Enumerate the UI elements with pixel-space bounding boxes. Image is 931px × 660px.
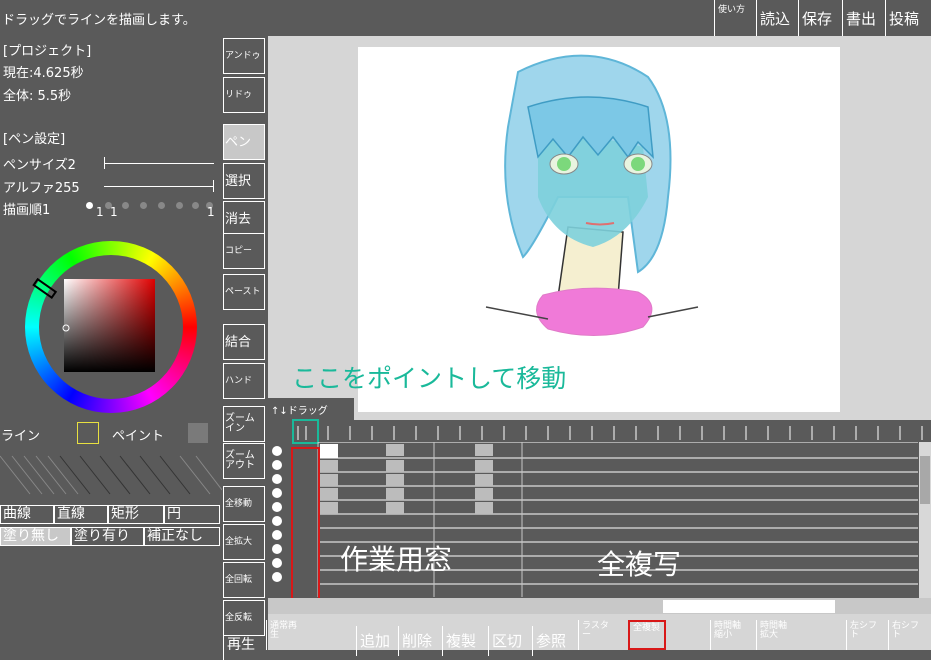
play-normal-button[interactable]: 通常再 生 (266, 620, 310, 650)
erase-tool[interactable]: 消去 (223, 201, 265, 237)
load-button[interactable]: 読込 (756, 0, 798, 36)
move-all-button[interactable]: 全移動 (223, 486, 265, 522)
howto-button[interactable]: 使い方 (714, 0, 756, 36)
post-button[interactable]: 投稿 (885, 0, 931, 36)
paint-color-swatch[interactable] (188, 423, 208, 443)
play-button[interactable]: 再生 (223, 630, 266, 660)
duplicate-all-button[interactable]: 全複製 (628, 620, 666, 650)
shape-curve[interactable]: 曲線 (0, 505, 54, 524)
hand-tool[interactable]: ハンド (223, 363, 265, 399)
alpha-thumb[interactable] (213, 180, 214, 192)
split-button[interactable]: 区切 (488, 626, 532, 656)
pen-size-thumb[interactable] (104, 157, 105, 169)
horizontal-scroll-thumb[interactable] (663, 600, 835, 613)
duplicate-button[interactable]: 複製 (442, 626, 488, 656)
alpha-label: アルファ255 (3, 181, 80, 196)
current-time: 現在:4.625秒 (3, 66, 84, 81)
undo-button[interactable]: アンドゥ (223, 38, 265, 74)
zoom-out-button[interactable]: ズーム アウト (223, 443, 265, 479)
rotate-all-button[interactable]: 全回転 (223, 562, 265, 598)
delete-button[interactable]: 削除 (398, 626, 440, 656)
merge-button[interactable]: 結合 (223, 324, 265, 360)
right-shift-button[interactable]: 右シフ ト (888, 620, 931, 650)
scale-all-button[interactable]: 全拡大 (223, 524, 265, 560)
playhead-highlight[interactable] (292, 419, 319, 444)
add-button[interactable]: 追加 (356, 626, 398, 656)
correction-none[interactable]: 補正なし (144, 527, 220, 546)
draw-order-label: 描画順1 (3, 203, 51, 218)
brush-preview[interactable] (0, 450, 222, 500)
alpha-slider[interactable] (104, 186, 214, 187)
annotation-point: ここをポイントして移動 (292, 364, 567, 393)
project-heading: [プロジェクト] (3, 44, 92, 59)
draw-order-dots[interactable]: 1 1 1 (86, 201, 216, 221)
drawing-illustration (485, 54, 699, 336)
paint-color-label: ペイント (112, 429, 165, 444)
timeline-expand-button[interactable]: 時間軸 拡大 (756, 620, 802, 650)
pen-heading: [ペン設定] (3, 132, 66, 147)
shape-line[interactable]: 直線 (54, 505, 108, 524)
shape-rect[interactable]: 矩形 (108, 505, 164, 524)
total-time: 全体: 5.5秒 (3, 89, 72, 104)
export-button[interactable]: 書出 (842, 0, 885, 36)
save-button[interactable]: 保存 (798, 0, 842, 36)
paste-button[interactable]: ペースト (223, 274, 265, 310)
fill-on[interactable]: 塗り有り (71, 527, 144, 546)
timeline-shrink-button[interactable]: 時間軸 縮小 (710, 620, 756, 650)
color-wheel[interactable] (24, 241, 198, 413)
left-shift-button[interactable]: 左シフ ト (846, 620, 888, 650)
copy-button[interactable]: コピー (223, 233, 265, 269)
raster-button[interactable]: ラスタ ー (578, 620, 622, 650)
vertical-scroll-thumb[interactable] (920, 456, 930, 504)
line-color-swatch[interactable] (77, 422, 99, 444)
pen-tool[interactable]: ペン (223, 124, 265, 160)
redo-button[interactable]: リドゥ (223, 77, 265, 113)
timeline-ruler[interactable] (268, 420, 931, 444)
reference-button[interactable]: 参照 (532, 626, 576, 656)
pen-size-label: ペンサイズ2 (3, 158, 76, 173)
drag-label: ↑↓ドラッグ (271, 406, 328, 417)
annotation-copy-all: 全複写 (597, 548, 682, 581)
shape-circle[interactable]: 円 (164, 505, 220, 524)
drawing-paper[interactable] (358, 47, 840, 412)
zoom-in-button[interactable]: ズーム イン (223, 406, 265, 442)
status-hint: ドラッグでラインを描画します。 (2, 13, 196, 28)
pen-size-slider[interactable] (104, 163, 214, 164)
select-tool[interactable]: 選択 (223, 163, 265, 199)
annotation-work-window: 作業用窓 (340, 543, 453, 576)
line-color-label: ライン (1, 429, 41, 444)
fill-none[interactable]: 塗り無し (0, 527, 71, 546)
work-window-highlight[interactable] (291, 447, 320, 605)
